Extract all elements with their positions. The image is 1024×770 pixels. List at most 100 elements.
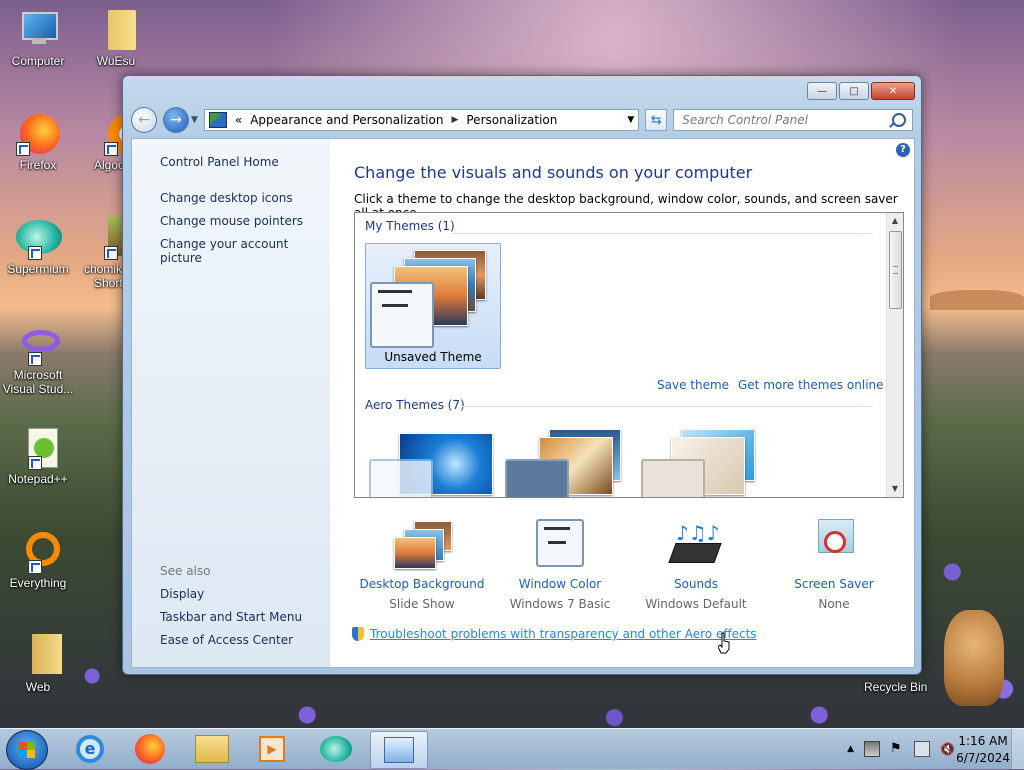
desktop-background-value: Slide Show bbox=[389, 597, 455, 611]
desktop-icon-wuesu[interactable]: WuEsu bbox=[80, 8, 152, 68]
shortcut-arrow-icon bbox=[28, 456, 42, 470]
change-mouse-pointers-link[interactable]: Change mouse pointers bbox=[160, 214, 303, 228]
address-bar[interactable]: « Appearance and Personalization ▶ Perso… bbox=[203, 109, 640, 131]
window-preview-icon bbox=[505, 459, 569, 497]
desktop-icon-recycle-bin[interactable]: Recycle Bin bbox=[864, 680, 928, 694]
help-icon[interactable]: ? bbox=[896, 143, 910, 157]
show-desktop-button[interactable] bbox=[1011, 729, 1024, 769]
refresh-icon: ⇆ bbox=[650, 112, 662, 128]
theme-list[interactable]: My Themes (1) Unsaved Theme Save theme G… bbox=[354, 212, 904, 498]
address-overflow[interactable]: « bbox=[235, 113, 242, 127]
screen-saver-link[interactable]: Screen Saver bbox=[764, 577, 904, 591]
taskbar-explorer[interactable] bbox=[184, 731, 240, 767]
shield-icon bbox=[352, 627, 364, 641]
search-input[interactable] bbox=[680, 112, 885, 128]
supermium-icon bbox=[320, 736, 352, 762]
taskbar-media-player[interactable]: ▶ bbox=[244, 731, 300, 767]
shortcut-arrow-icon bbox=[28, 560, 42, 574]
save-theme-link[interactable]: Save theme bbox=[657, 378, 729, 392]
volume-muted-icon[interactable]: 🔇 bbox=[940, 742, 955, 756]
maximize-button[interactable]: □ bbox=[839, 82, 869, 100]
everything-icon bbox=[16, 530, 60, 574]
scroll-up-arrow-icon[interactable]: ▲ bbox=[887, 213, 903, 229]
shortcut-arrow-icon bbox=[28, 246, 42, 260]
address-dropdown-icon[interactable]: ▼ bbox=[627, 115, 634, 125]
desktop-background-link[interactable]: Desktop Background bbox=[352, 577, 492, 591]
aero-themes-group-title: Aero Themes (7) bbox=[365, 398, 465, 412]
start-button[interactable] bbox=[6, 730, 48, 770]
window-preview-icon bbox=[369, 459, 433, 497]
window-color-link[interactable]: Window Color bbox=[490, 577, 630, 591]
desktop-icon-firefox[interactable]: Firefox bbox=[2, 112, 74, 172]
taskbar-internet-explorer[interactable]: e bbox=[62, 731, 118, 767]
recent-pages-dropdown-icon[interactable]: ▼ bbox=[191, 115, 198, 125]
desktop-background-setting[interactable]: Desktop Background Slide Show bbox=[352, 519, 492, 611]
close-button[interactable]: ✕ bbox=[871, 82, 915, 100]
desktop-icon-everything[interactable]: Everything bbox=[2, 530, 74, 590]
notepadpp-icon bbox=[16, 426, 60, 470]
visual-studio-icon bbox=[16, 322, 60, 366]
aero-theme-windows7[interactable] bbox=[365, 423, 499, 497]
window-preview-icon bbox=[641, 459, 705, 497]
desktop-icon-computer[interactable]: Computer bbox=[2, 8, 74, 68]
navigation-bar: ← → ▼ « Appearance and Personalization ▶… bbox=[131, 106, 913, 134]
screen-saver-value: None bbox=[818, 597, 850, 611]
change-desktop-icons-link[interactable]: Change desktop icons bbox=[160, 191, 293, 205]
media-player-icon: ▶ bbox=[259, 736, 285, 762]
desktop-icon-visual-studio[interactable]: Microsoft Visual Stud... bbox=[2, 322, 74, 396]
unsaved-theme-tile[interactable]: Unsaved Theme bbox=[365, 243, 501, 369]
troubleshoot-aero-link[interactable]: Troubleshoot problems with transparency … bbox=[370, 627, 757, 641]
window-controls: — □ ✕ bbox=[807, 82, 915, 100]
main-panel: ? Change the visuals and sounds on your … bbox=[330, 139, 914, 667]
breadcrumb-personalization[interactable]: Personalization bbox=[466, 113, 557, 127]
hand-cursor-icon bbox=[718, 632, 730, 654]
desktop-icon-supermium[interactable]: Supermium bbox=[2, 216, 74, 276]
group-divider bbox=[461, 406, 873, 407]
breadcrumb-separator-icon[interactable]: ▶ bbox=[451, 115, 458, 125]
taskbar-control-panel[interactable] bbox=[370, 731, 428, 769]
get-more-themes-link[interactable]: Get more themes online bbox=[738, 378, 884, 392]
desktop-icon-notepadpp[interactable]: Notepad++ bbox=[2, 426, 74, 486]
taskbar-supermium[interactable] bbox=[308, 731, 364, 767]
theme-list-scrollbar[interactable]: ▲ ▼ bbox=[886, 213, 903, 497]
breadcrumb-appearance[interactable]: Appearance and Personalization bbox=[250, 113, 443, 127]
scroll-down-arrow-icon[interactable]: ▼ bbox=[887, 481, 903, 497]
show-hidden-icons-icon[interactable]: ▲ bbox=[847, 744, 854, 754]
folder-icon bbox=[195, 735, 229, 763]
window-color-icon bbox=[530, 519, 590, 571]
search-icon[interactable] bbox=[891, 113, 906, 127]
my-themes-group-title: My Themes (1) bbox=[365, 219, 455, 233]
firefox-icon bbox=[135, 734, 165, 764]
aero-theme-characters[interactable] bbox=[637, 423, 771, 497]
change-account-picture-link[interactable]: Change your account picture bbox=[160, 237, 330, 265]
search-box[interactable] bbox=[673, 109, 913, 131]
sounds-setting[interactable]: ♪♫♪ Sounds Windows Default bbox=[626, 519, 766, 611]
minimize-button[interactable]: — bbox=[807, 82, 837, 100]
supermium-icon bbox=[16, 216, 62, 260]
forward-button[interactable]: → bbox=[162, 107, 189, 133]
control-panel-home-link[interactable]: Control Panel Home bbox=[160, 155, 279, 169]
ease-of-access-link[interactable]: Ease of Access Center bbox=[160, 633, 293, 647]
taskbar-firefox[interactable] bbox=[122, 731, 178, 767]
network-icon[interactable] bbox=[864, 741, 880, 757]
screen-saver-setting[interactable]: Screen Saver None bbox=[764, 519, 904, 611]
refresh-button[interactable]: ⇆ bbox=[645, 109, 668, 131]
scroll-thumb[interactable] bbox=[889, 231, 902, 309]
action-center-flag-icon[interactable]: ⚑ bbox=[890, 742, 904, 756]
sounds-link[interactable]: Sounds bbox=[626, 577, 766, 591]
group-divider bbox=[451, 233, 873, 234]
taskbar-start-menu-link[interactable]: Taskbar and Start Menu bbox=[160, 610, 302, 624]
display-link[interactable]: Display bbox=[160, 587, 204, 601]
clock-time: 1:16 AM bbox=[958, 734, 1008, 748]
page-title: Change the visuals and sounds on your co… bbox=[354, 163, 753, 182]
shortcut-arrow-icon bbox=[104, 246, 118, 260]
window-color-setting[interactable]: Window Color Windows 7 Basic bbox=[490, 519, 630, 611]
back-button[interactable]: ← bbox=[131, 107, 157, 133]
aero-theme-architecture[interactable] bbox=[501, 423, 635, 497]
network-status-icon[interactable] bbox=[914, 741, 930, 757]
window-content: Control Panel Home Change desktop icons … bbox=[131, 138, 915, 668]
window-color-value: Windows 7 Basic bbox=[509, 597, 611, 611]
clock[interactable]: 1:16 AM 6/7/2024 bbox=[956, 733, 1010, 767]
desktop-icon-web[interactable]: Web bbox=[2, 634, 74, 694]
folder-icon bbox=[94, 8, 138, 52]
